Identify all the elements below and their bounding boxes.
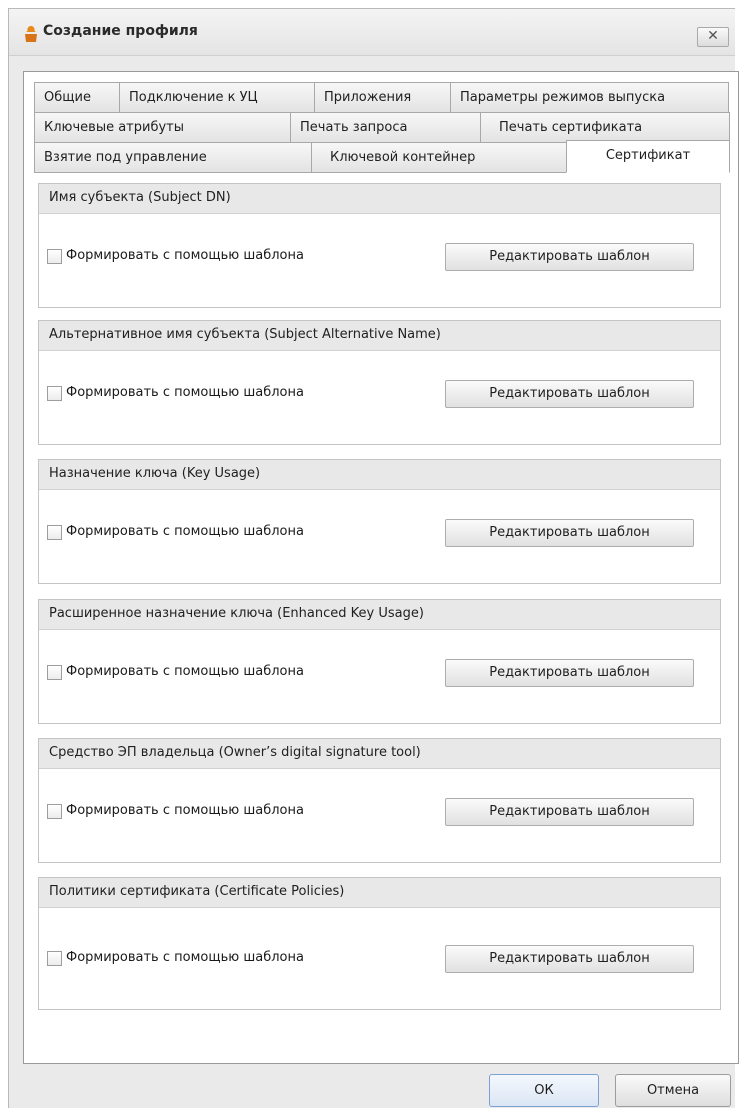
- template-checkbox[interactable]: [47, 804, 62, 819]
- group-key-usage: Назначение ключа (Key Usage) Формировать…: [38, 459, 721, 584]
- checkbox-label: Формировать с помощью шаблона: [66, 385, 304, 400]
- template-checkbox[interactable]: [47, 386, 62, 401]
- group-title: Назначение ключа (Key Usage): [39, 460, 720, 490]
- edit-template-button[interactable]: Редактировать шаблон: [445, 798, 694, 826]
- edit-template-button[interactable]: Редактировать шаблон: [445, 945, 694, 973]
- tab-take-under-control[interactable]: Взятие под управление: [34, 142, 312, 173]
- create-profile-dialog: Создание профиля ✕ Общие Подключение к У…: [8, 8, 739, 1108]
- checkbox-label: Формировать с помощью шаблона: [66, 803, 304, 818]
- group-subject-alt-name: Альтернативное имя субъекта (Subject Alt…: [38, 320, 721, 445]
- group-title: Расширенное назначение ключа (Enhanced K…: [39, 600, 720, 630]
- template-checkbox[interactable]: [47, 665, 62, 680]
- app-icon: [25, 26, 37, 42]
- tab-certificate-print[interactable]: Печать сертификата: [480, 112, 730, 143]
- tab-key-container[interactable]: Ключевой контейнер: [311, 142, 567, 173]
- tab-applications[interactable]: Приложения: [314, 82, 451, 113]
- template-checkbox[interactable]: [47, 951, 62, 966]
- checkbox-label: Формировать с помощью шаблона: [66, 950, 304, 965]
- group-title: Альтернативное имя субъекта (Subject Alt…: [39, 321, 720, 351]
- certificate-tab-content: Имя субъекта (Subject DN) Формировать с …: [24, 180, 738, 1063]
- edit-template-button[interactable]: Редактировать шаблон: [445, 243, 694, 271]
- checkbox-label: Формировать с помощью шаблона: [66, 524, 304, 539]
- group-enhanced-key-usage: Расширенное назначение ключа (Enhanced K…: [38, 599, 721, 724]
- template-checkbox[interactable]: [47, 525, 62, 540]
- group-title: Средство ЭП владельца (Owner’s digital s…: [39, 739, 720, 769]
- ok-button[interactable]: ОК: [489, 1074, 599, 1107]
- checkbox-label: Формировать с помощью шаблона: [66, 664, 304, 679]
- template-checkbox[interactable]: [47, 249, 62, 264]
- tab-request-print[interactable]: Печать запроса: [290, 112, 481, 143]
- tab-ca-connection[interactable]: Подключение к УЦ: [119, 82, 315, 113]
- group-title: Имя субъекта (Subject DN): [39, 184, 720, 214]
- tab-key-attributes[interactable]: Ключевые атрибуты: [34, 112, 291, 143]
- tab-panel: Общие Подключение к УЦ Приложения Параме…: [23, 71, 739, 1064]
- cancel-button[interactable]: Отмена: [615, 1074, 731, 1107]
- group-owner-signature-tool: Средство ЭП владельца (Owner’s digital s…: [38, 738, 721, 863]
- group-subject-dn: Имя субъекта (Subject DN) Формировать с …: [38, 183, 721, 308]
- group-certificate-policies: Политики сертификата (Certificate Polici…: [38, 877, 721, 1010]
- title-bar: Создание профиля ✕: [9, 9, 735, 56]
- edit-template-button[interactable]: Редактировать шаблон: [445, 519, 694, 547]
- tab-issue-mode-parameters[interactable]: Параметры режимов выпуска: [450, 82, 729, 113]
- group-title: Политики сертификата (Certificate Polici…: [39, 878, 720, 908]
- window-title: Создание профиля: [43, 23, 198, 39]
- close-button[interactable]: ✕: [697, 27, 729, 47]
- edit-template-button[interactable]: Редактировать шаблон: [445, 659, 694, 687]
- tab-certificate[interactable]: Сертификат: [566, 140, 730, 173]
- checkbox-label: Формировать с помощью шаблона: [66, 248, 304, 263]
- edit-template-button[interactable]: Редактировать шаблон: [445, 380, 694, 408]
- tab-general[interactable]: Общие: [34, 82, 120, 113]
